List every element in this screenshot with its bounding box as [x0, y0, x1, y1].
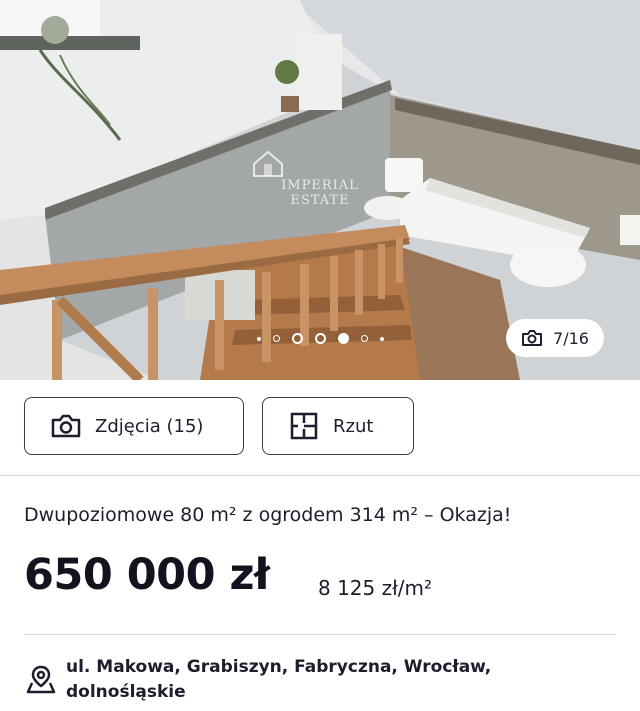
camera-icon [51, 414, 81, 438]
photos-button-label: Zdjęcia (15) [95, 415, 204, 437]
watermark: IMPERIAL ESTATE [250, 148, 390, 208]
floor-plan-icon [290, 412, 318, 440]
floor-plan-button[interactable]: Rzut [262, 397, 414, 455]
floor-plan-button-label: Rzut [333, 415, 374, 437]
carousel-dot[interactable] [360, 335, 368, 342]
price-per-m2: 8 125 zł/m² [318, 576, 433, 600]
photo-counter-text: 7/16 [553, 328, 589, 348]
listing-price: 650 000 zł [24, 550, 270, 600]
carousel-dot[interactable] [314, 333, 326, 344]
carousel-dot-active[interactable] [337, 333, 349, 344]
carousel-dot[interactable] [272, 335, 280, 342]
listing-photo[interactable]: IMPERIAL ESTATE 7/16 [0, 0, 640, 380]
carousel-dot[interactable] [379, 336, 384, 341]
divider [0, 475, 640, 476]
house-logo-icon [253, 150, 283, 177]
carousel-dot[interactable] [291, 333, 303, 344]
photos-button[interactable]: Zdjęcia (15) [24, 397, 244, 455]
divider [24, 634, 616, 635]
camera-icon [522, 330, 543, 346]
map-pin-icon [26, 665, 56, 694]
watermark-text: IMPERIAL ESTATE [281, 178, 359, 208]
carousel-dot[interactable] [256, 336, 261, 341]
photo-counter[interactable]: 7/16 [506, 319, 604, 357]
listing-location[interactable]: ul. Makowa, Grabiszyn, Fabryczna, Wrocła… [66, 655, 586, 705]
listing-title: Dwupoziomowe 80 m² z ogrodem 314 m² – Ok… [24, 504, 512, 526]
